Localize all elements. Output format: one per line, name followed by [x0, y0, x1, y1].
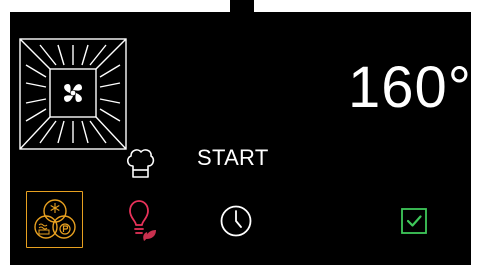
temperature-display[interactable]: 160° — [342, 55, 471, 117]
lamp-eco-icon[interactable] — [122, 199, 158, 243]
eco-program-icon — [34, 199, 76, 239]
oven-fan-icon[interactable] — [18, 37, 128, 152]
start-button[interactable]: START — [197, 145, 269, 171]
chef-hat-icon[interactable] — [124, 146, 156, 180]
checkmark-icon — [406, 215, 422, 227]
confirm-checkmark-button[interactable] — [399, 206, 429, 236]
temperature-value: 160° — [348, 55, 472, 120]
clock-icon[interactable] — [219, 204, 253, 238]
eco-program-button[interactable] — [26, 191, 83, 248]
top-notch — [230, 0, 254, 12]
